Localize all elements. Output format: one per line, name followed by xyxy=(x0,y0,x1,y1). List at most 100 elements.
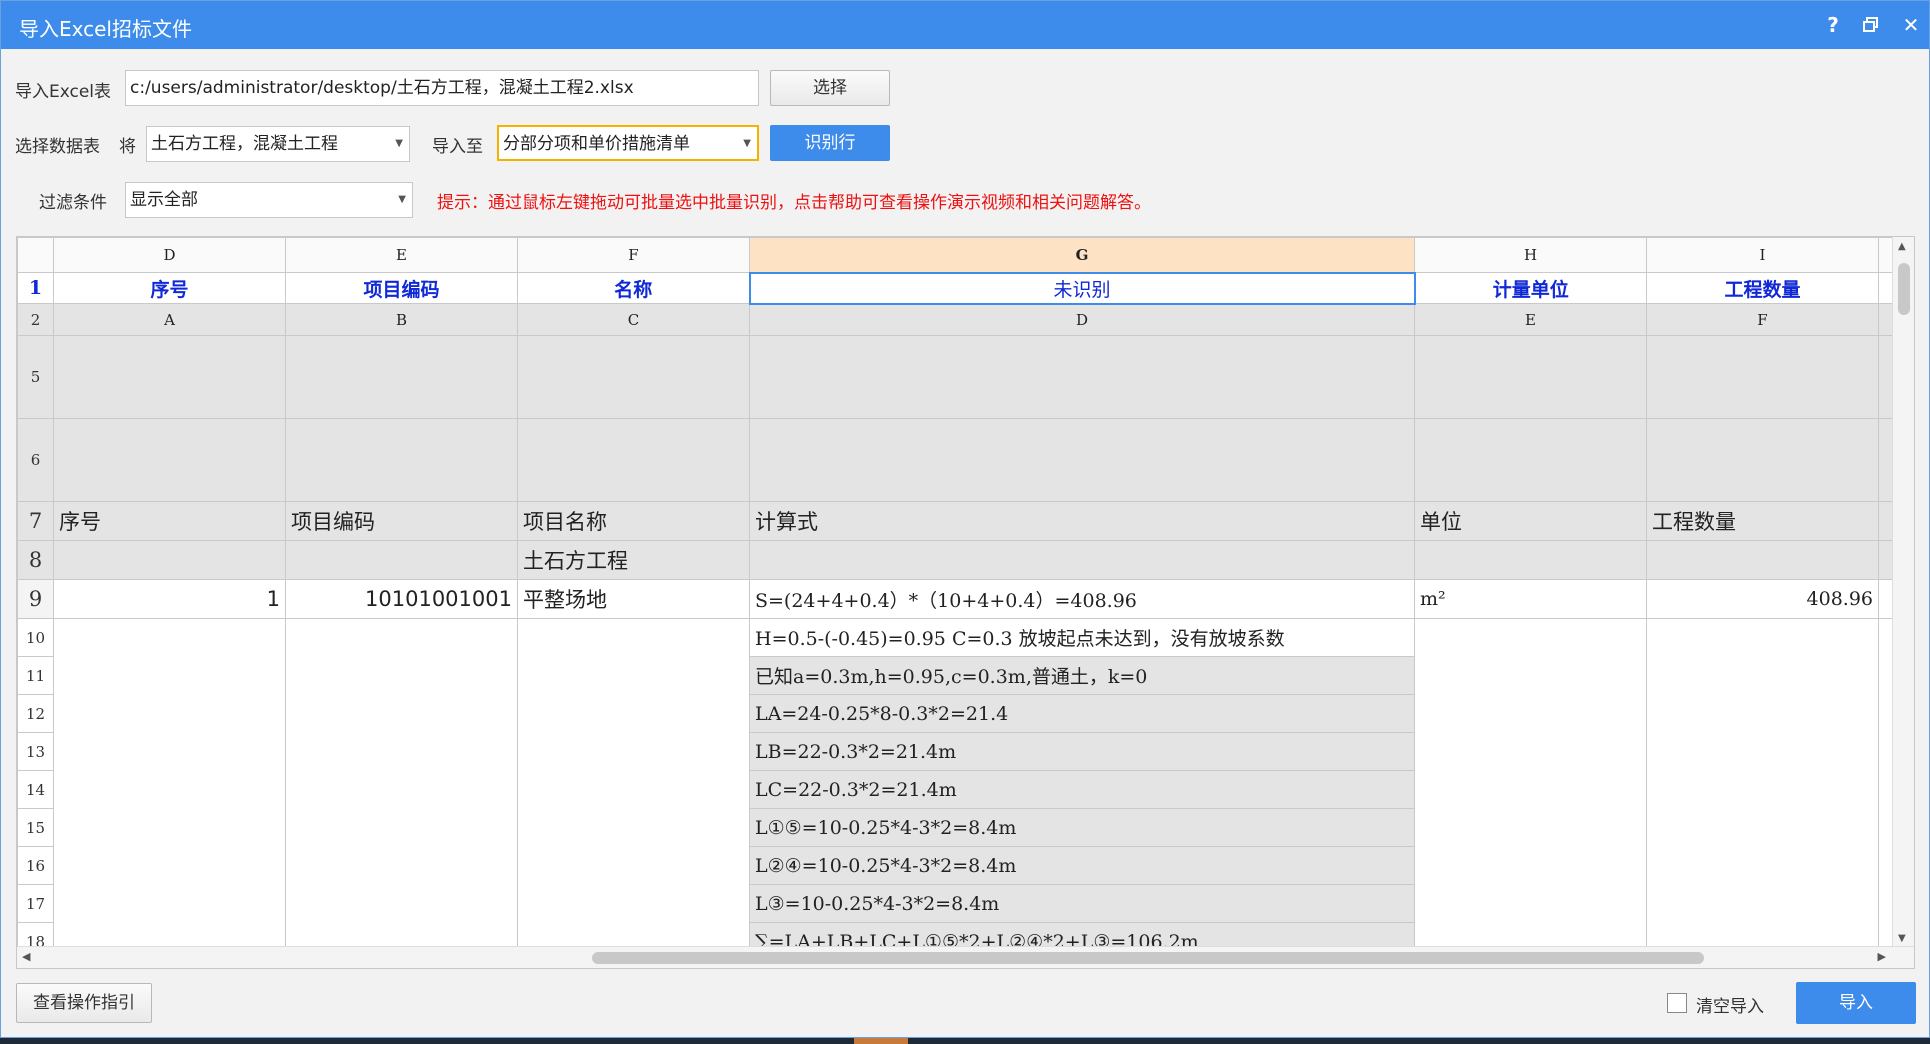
row-number[interactable]: 13 xyxy=(17,732,54,771)
row-number[interactable]: 14 xyxy=(17,770,54,809)
table-cell[interactable] xyxy=(1414,418,1647,502)
formula-cell[interactable]: LB=22-0.3*2=21.4m xyxy=(749,732,1415,771)
grid-table: D E F G H I 1 序号 项目编码 名称 未识别 计量单位 工程数量 2… xyxy=(17,237,1899,961)
table-cell[interactable]: 工程数量 xyxy=(1646,501,1879,541)
table-cell[interactable] xyxy=(1414,335,1647,419)
table-cell[interactable]: 1 xyxy=(53,579,286,619)
formula-cell[interactable]: 已知a=0.3m,h=0.95,c=0.3m,普通土，k=0 xyxy=(749,656,1415,695)
formula-cell[interactable]: LA=24-0.25*8-0.3*2=21.4 xyxy=(749,694,1415,733)
filter-select[interactable]: 显示全部 ▼ xyxy=(125,182,413,218)
row-number[interactable]: 16 xyxy=(17,846,54,885)
table-cell[interactable] xyxy=(285,335,518,419)
table-cell[interactable]: F xyxy=(1646,303,1879,336)
import-button[interactable]: 导入 xyxy=(1796,982,1916,1024)
formula-cell[interactable]: L①⑤=10-0.25*4-3*2=8.4m xyxy=(749,808,1415,847)
help-icon[interactable]: ? xyxy=(1819,11,1847,39)
table-cell[interactable]: C xyxy=(517,303,750,336)
column-header[interactable]: H xyxy=(1414,237,1647,273)
sheet-select[interactable]: 土石方工程，混凝土工程 ▼ xyxy=(146,126,410,162)
table-cell[interactable] xyxy=(53,335,286,419)
column-header[interactable]: I xyxy=(1646,237,1879,273)
table-cell[interactable] xyxy=(53,418,286,502)
formula-cell[interactable]: L③=10-0.25*4-3*2=8.4m xyxy=(749,884,1415,923)
mapping-cell[interactable]: 名称 xyxy=(517,272,750,304)
table-cell[interactable]: 408.96 xyxy=(1646,579,1879,619)
column-header-selected[interactable]: G xyxy=(749,237,1415,273)
table-cell[interactable] xyxy=(285,540,518,580)
vertical-scroll-thumb[interactable] xyxy=(1898,263,1910,315)
choose-button[interactable]: 选择 xyxy=(770,70,890,106)
formula-cell[interactable]: H=0.5-(-0.45)=0.95 C=0.3 放坡起点未达到，没有放坡系数 xyxy=(749,618,1415,657)
clear-import-checkbox[interactable] xyxy=(1667,993,1687,1013)
row-number[interactable]: 12 xyxy=(17,694,54,733)
table-cell[interactable]: D xyxy=(749,303,1415,336)
table-cell[interactable]: 平整场地 xyxy=(517,579,750,619)
table-cell[interactable]: E xyxy=(1414,303,1647,336)
table-cell[interactable] xyxy=(1646,418,1879,502)
row-number[interactable]: 1 xyxy=(17,272,54,304)
scroll-right-icon[interactable]: ▶ xyxy=(1878,950,1886,963)
row-number[interactable]: 17 xyxy=(17,884,54,923)
row-number[interactable]: 8 xyxy=(17,540,54,580)
taskbar-item[interactable] xyxy=(854,1038,908,1044)
row-number[interactable]: 9 xyxy=(17,579,54,619)
excel-path-field[interactable]: c:/users/administrator/desktop/土石方工程，混凝土… xyxy=(125,70,759,106)
table-cell[interactable] xyxy=(1646,540,1879,580)
table-cell[interactable] xyxy=(1414,540,1647,580)
row-number[interactable]: 5 xyxy=(17,335,54,419)
data-grid[interactable]: D E F G H I 1 序号 项目编码 名称 未识别 计量单位 工程数量 2… xyxy=(16,236,1915,969)
table-cell[interactable]: 项目编码 xyxy=(285,501,518,541)
table-cell[interactable]: 10101001001 xyxy=(285,579,518,619)
table-cell[interactable]: 计算式 xyxy=(749,501,1415,541)
vertical-scrollbar[interactable]: ▲ ▼ xyxy=(1892,237,1914,948)
table-cell[interactable] xyxy=(285,618,518,961)
row-number[interactable]: 15 xyxy=(17,808,54,847)
table-cell[interactable] xyxy=(53,618,286,961)
table-cell[interactable] xyxy=(749,418,1415,502)
formula-cell[interactable]: L②④=10-0.25*4-3*2=8.4m xyxy=(749,846,1415,885)
import-to-select[interactable]: 分部分项和单价措施清单 ▼ xyxy=(497,125,759,161)
row-number[interactable]: 11 xyxy=(17,656,54,695)
table-cell[interactable] xyxy=(517,418,750,502)
table-cell[interactable] xyxy=(285,418,518,502)
table-cell[interactable]: 单位 xyxy=(1414,501,1647,541)
formula-cell[interactable]: LC=22-0.3*2=21.4m xyxy=(749,770,1415,809)
table-cell[interactable] xyxy=(749,540,1415,580)
row-number[interactable]: 7 xyxy=(17,501,54,541)
column-header[interactable]: D xyxy=(53,237,286,273)
table-cell[interactable]: B xyxy=(285,303,518,336)
row-number[interactable]: 6 xyxy=(17,418,54,502)
scroll-left-icon[interactable]: ◀ xyxy=(22,950,30,963)
column-header[interactable]: F xyxy=(517,237,750,273)
table-cell[interactable] xyxy=(53,540,286,580)
table-cell[interactable] xyxy=(1646,335,1879,419)
row-number[interactable]: 10 xyxy=(17,618,54,657)
scroll-up-icon[interactable]: ▲ xyxy=(1898,241,1906,252)
table-cell[interactable]: S=(24+4+0.4）*（10+4+0.4）=408.96 xyxy=(749,579,1415,619)
mapping-cell-selected[interactable]: 未识别 xyxy=(748,271,1416,305)
table-cell[interactable] xyxy=(517,335,750,419)
table-cell[interactable]: m² xyxy=(1414,579,1647,619)
row-number[interactable]: 2 xyxy=(17,303,54,336)
table-cell[interactable]: 土石方工程 xyxy=(517,540,750,580)
mapping-cell[interactable]: 序号 xyxy=(53,272,286,304)
table-cell[interactable] xyxy=(1646,618,1879,961)
table-cell[interactable] xyxy=(749,335,1415,419)
table-cell[interactable] xyxy=(517,618,750,961)
view-guide-button[interactable]: 查看操作指引 xyxy=(16,983,152,1023)
table-cell[interactable]: 序号 xyxy=(53,501,286,541)
restore-icon[interactable] xyxy=(1857,11,1885,39)
mapping-cell[interactable]: 工程数量 xyxy=(1646,272,1879,304)
table-cell[interactable] xyxy=(1414,618,1647,961)
table-cell[interactable]: A xyxy=(53,303,286,336)
close-icon[interactable]: ✕ xyxy=(1897,11,1925,39)
mapping-cell[interactable]: 计量单位 xyxy=(1414,272,1647,304)
scroll-down-icon[interactable]: ▼ xyxy=(1898,933,1906,944)
horizontal-scrollbar[interactable]: ◀ ▶ xyxy=(17,946,1914,968)
table-cell[interactable]: 项目名称 xyxy=(517,501,750,541)
table-row: 2 A B C D E F xyxy=(17,303,1899,336)
column-header[interactable]: E xyxy=(285,237,518,273)
horizontal-scroll-thumb[interactable] xyxy=(592,952,1704,964)
identify-row-button[interactable]: 识别行 xyxy=(770,125,890,161)
mapping-cell[interactable]: 项目编码 xyxy=(285,272,518,304)
